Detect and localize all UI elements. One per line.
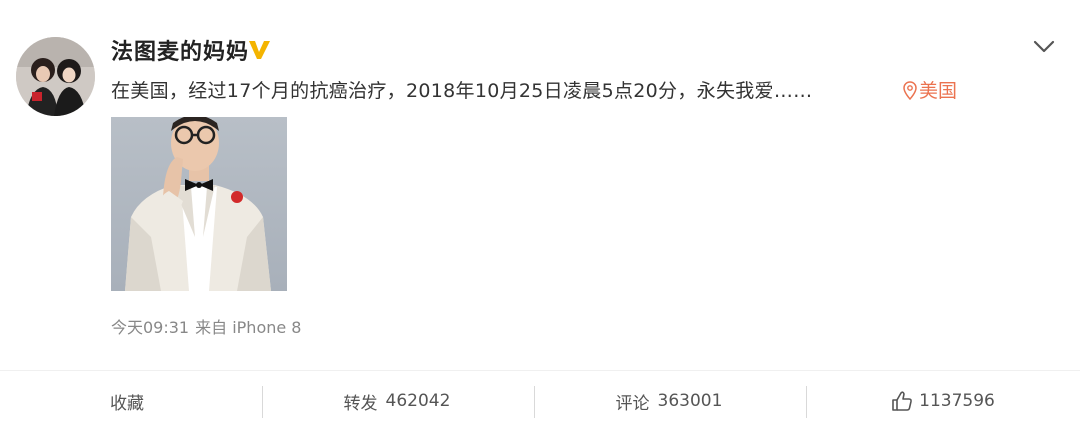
footer-divider	[0, 370, 1080, 371]
action-separator	[534, 386, 535, 418]
action-separator	[806, 386, 807, 418]
favorite-button[interactable]: 收藏	[52, 386, 202, 416]
weibo-post-card: 法图麦的妈妈 在美国，经过17个月的抗癌治疗，2018年10月25日凌晨5点20…	[0, 0, 1080, 426]
thumbs-up-icon	[892, 391, 913, 411]
repost-count: 462042	[385, 391, 451, 411]
chevron-down-icon[interactable]	[1030, 36, 1058, 58]
favorite-label: 收藏	[110, 393, 144, 414]
comment-label: 评论	[615, 393, 650, 414]
post-time[interactable]: 今天09:31	[111, 318, 189, 337]
verified-v-icon	[249, 41, 270, 59]
repost-button[interactable]: 转发 462042	[322, 386, 472, 416]
like-button[interactable]: 1137596	[868, 386, 1018, 416]
repost-label: 转发	[343, 393, 378, 414]
like-count: 1137596	[919, 391, 995, 411]
post-photo[interactable]	[111, 117, 287, 291]
post-source: 来自 iPhone 8	[195, 318, 302, 337]
avatar[interactable]	[16, 37, 95, 116]
location-pin-icon	[903, 81, 917, 100]
location-link[interactable]: 美国	[903, 76, 957, 103]
location-label: 美国	[919, 80, 958, 102]
username[interactable]: 法图麦的妈妈	[111, 34, 249, 66]
comment-count: 363001	[657, 391, 723, 411]
post-meta: 今天09:31 来自 iPhone 8	[111, 314, 302, 338]
post-text: 在美国，经过17个月的抗癌治疗，2018年10月25日凌晨5点20分，永失我爱……	[111, 80, 813, 102]
comment-button[interactable]: 评论 363001	[594, 386, 744, 416]
action-separator	[262, 386, 263, 418]
